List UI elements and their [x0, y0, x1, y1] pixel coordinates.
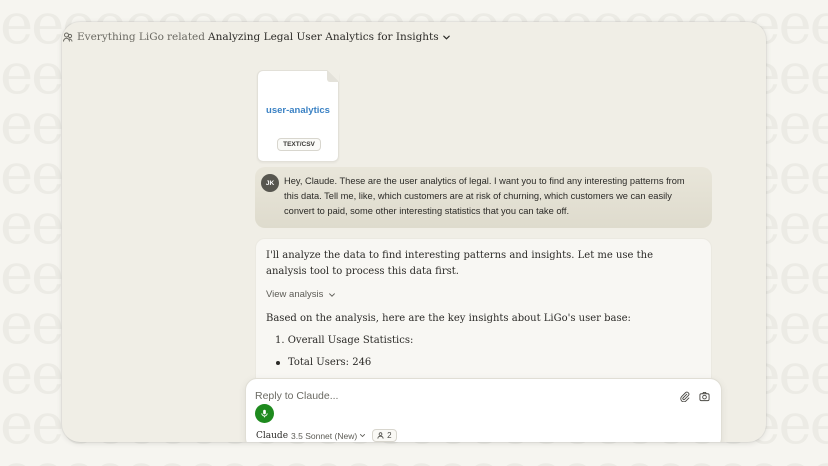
bullet-list-item: Total Users: 246 [276, 356, 701, 370]
user-message-text: Hey, Claude. These are the user analytic… [284, 176, 685, 216]
collaborators-count: 2 [387, 431, 392, 440]
avatar: JK [261, 174, 279, 192]
camera-icon[interactable] [699, 391, 710, 402]
model-selector-row: Claude 3.5 Sonnet (New) 2 [256, 429, 397, 442]
assistant-summary-intro: Based on the analysis, here are the key … [266, 313, 631, 324]
view-analysis-label: View analysis [266, 289, 324, 300]
microphone-icon [261, 409, 268, 418]
person-icon [377, 432, 384, 439]
attachment-card[interactable]: user-analytics TEXT/CSV [257, 70, 339, 162]
model-selector-name[interactable]: Claude [256, 431, 288, 441]
attachment-file-name: user-analytics [266, 105, 330, 116]
breadcrumb: Everything LiGo related Analyzing Legal … [62, 28, 451, 46]
project-icon [63, 32, 73, 42]
numbered-list-item: 1. Overall Usage Statistics: [275, 335, 414, 346]
page-fold-icon [327, 70, 339, 82]
breadcrumb-separator: related [166, 31, 205, 43]
project-link[interactable]: Everything LiGo [77, 31, 164, 43]
bullet-icon [276, 361, 280, 365]
voice-input-button[interactable] [255, 404, 274, 423]
reply-input[interactable] [255, 388, 655, 404]
bullet-text: Total Users: 246 [288, 357, 372, 368]
paperclip-icon[interactable] [679, 391, 690, 402]
attachment-type-badge: TEXT/CSV [277, 138, 321, 151]
view-analysis-toggle[interactable]: View analysis [266, 289, 701, 300]
app-window: Everything LiGo related Analyzing Legal … [62, 22, 766, 442]
collaborators-badge[interactable]: 2 [372, 429, 397, 442]
chevron-down-icon [329, 292, 336, 297]
chat-title[interactable]: Analyzing Legal User Analytics for Insig… [208, 31, 439, 43]
chevron-down-icon[interactable] [359, 432, 366, 439]
assistant-intro-text: I'll analyze the data to find interestin… [266, 250, 654, 277]
chevron-down-icon[interactable] [442, 33, 451, 42]
model-selector-version[interactable]: 3.5 Sonnet (New) [291, 431, 357, 441]
message-composer: Claude 3.5 Sonnet (New) 2 [245, 378, 722, 442]
user-message: JK Hey, Claude. These are the user analy… [255, 167, 712, 228]
